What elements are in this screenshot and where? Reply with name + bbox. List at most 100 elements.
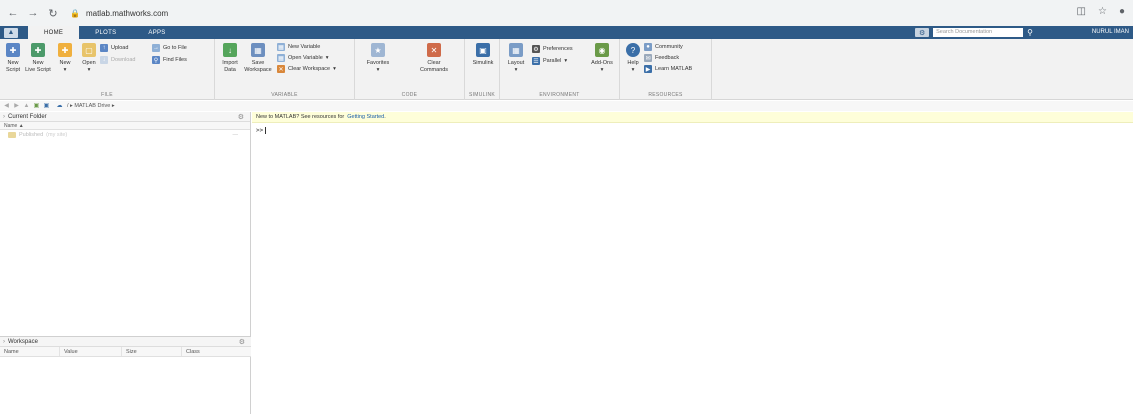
resources-group: ? Help ▾ ● Community ✉ Feedback ▶ Learn …: [620, 39, 712, 100]
forward-arrow-icon[interactable]: →: [26, 6, 40, 20]
tab-home[interactable]: HOME: [28, 26, 80, 39]
profile-icon[interactable]: ●: [1119, 6, 1125, 17]
tab-apps[interactable]: APPS: [132, 26, 181, 39]
command-window[interactable]: New to MATLAB? See resources for Getting…: [252, 112, 1133, 414]
new-live-script-button[interactable]: ✚ New Live Script: [24, 43, 52, 74]
dash-icon: —: [232, 132, 239, 138]
save-workspace-icon: ▦: [251, 43, 265, 57]
add-ons-icon: ◉: [595, 43, 609, 57]
workspace-header: › Workspace ⚙: [0, 337, 251, 347]
left-panel: › Current Folder ⚙ Name ▲ Published (my …: [0, 112, 251, 414]
panel-menu-icon[interactable]: ⚙: [239, 338, 245, 346]
getting-started-link[interactable]: Getting Started: [347, 114, 384, 120]
ribbon: ✚ New Script ✚ New Live Script ✚ New ▾ ▢…: [0, 39, 1133, 100]
banner-period: .: [384, 114, 386, 120]
search-input[interactable]: Search Documentation: [933, 28, 1024, 37]
new-button[interactable]: ✚ New ▾: [54, 43, 76, 74]
clear-commands-icon: ✕: [427, 43, 441, 57]
column-header-name[interactable]: Name: [0, 347, 60, 356]
address-bar[interactable]: 🔒 matlab.mathworks.com: [70, 4, 1070, 22]
upload-button[interactable]: ↑ Upload: [100, 44, 128, 52]
gear-icon[interactable]: ⚙: [915, 28, 930, 37]
getting-started-banner: New to MATLAB? See resources for Getting…: [252, 112, 1133, 123]
code-group-label: CODE: [401, 92, 418, 98]
panel-menu-icon[interactable]: ⚙: [238, 113, 244, 121]
matlab-logo-icon[interactable]: ▲: [4, 27, 18, 38]
workspace-columns: Name Value Size Class: [0, 347, 251, 357]
collapse-icon[interactable]: ›: [3, 114, 5, 120]
column-header-size[interactable]: Size: [122, 347, 182, 356]
preferences-button[interactable]: ⚙ Preferences: [532, 45, 573, 53]
simulink-group: ▣ Simulink SIMULINK: [465, 39, 500, 100]
parallel-button[interactable]: ☰ Parallel ▾: [532, 57, 567, 65]
banner-text: New to MATLAB? See resources for: [256, 114, 345, 120]
browse-folder-icon[interactable]: ▣: [33, 103, 40, 109]
collapse-icon[interactable]: ›: [3, 339, 5, 345]
folder-icon: [8, 132, 16, 138]
code-group: ★ Favorites ▾ ✕ Clear Commands CODE: [355, 39, 465, 100]
user-name[interactable]: NURUL IMAN: [1092, 28, 1129, 37]
column-header-class[interactable]: Class: [182, 347, 250, 356]
documentation-search: ⚙ Search Documentation ⚲: [915, 28, 1033, 37]
current-folder-column-name[interactable]: Name ▲: [0, 122, 250, 130]
new-live-script-icon: ✚: [31, 43, 45, 57]
cloud-drive-icon[interactable]: ☁: [56, 103, 63, 109]
go-to-file-button[interactable]: → Go to File: [152, 44, 187, 52]
import-data-icon: ↓: [223, 43, 237, 57]
community-button[interactable]: ● Community: [644, 43, 683, 51]
extension-icon[interactable]: ◫: [1077, 6, 1086, 17]
simulink-icon: ▣: [476, 43, 490, 57]
folder-item-name: Published: [19, 132, 44, 138]
column-header-value[interactable]: Value: [60, 347, 122, 356]
save-workspace-button[interactable]: ▦ Save Workspace: [243, 43, 273, 74]
clear-workspace-icon: ✕: [277, 65, 285, 73]
chevron-down-icon: ▾: [564, 58, 568, 64]
variable-group-label: VARIABLE: [271, 92, 298, 98]
upload-icon: ↑: [100, 44, 108, 52]
up-folder-icon[interactable]: ▲: [23, 103, 30, 109]
open-folder-icon[interactable]: ▣: [43, 103, 50, 109]
open-folder-icon: ▢: [82, 43, 96, 57]
layout-button[interactable]: ▦ Layout ▾: [504, 43, 528, 74]
current-folder-header: › Current Folder ⚙: [0, 112, 250, 122]
find-files-button[interactable]: ⚲ Find Files: [152, 56, 187, 64]
file-group: ✚ New Script ✚ New Live Script ✚ New ▾ ▢…: [0, 39, 215, 100]
back-arrow-icon[interactable]: ←: [6, 6, 20, 20]
chevron-down-icon: ▾: [325, 55, 329, 61]
import-data-button[interactable]: ↓ Import Data: [219, 43, 241, 74]
simulink-group-label: SIMULINK: [468, 92, 495, 98]
folder-address-bar: ◀ ▶ ▲ ▣ ▣ ☁ / ▸ MATLAB Drive ▸: [0, 101, 1133, 111]
folder-path[interactable]: / ▸ MATLAB Drive ▸: [67, 103, 115, 109]
learn-matlab-button[interactable]: ▶ Learn MATLAB: [644, 65, 692, 73]
clear-workspace-button[interactable]: ✕ Clear Workspace ▾: [277, 65, 336, 73]
learn-matlab-icon: ▶: [644, 65, 652, 73]
new-script-button[interactable]: ✚ New Script: [2, 43, 24, 74]
new-variable-button[interactable]: ▦ New Variable: [277, 43, 320, 51]
layout-icon: ▦: [509, 43, 523, 57]
help-button[interactable]: ? Help ▾: [624, 43, 642, 74]
star-icon[interactable]: ☆: [1098, 6, 1107, 17]
back-icon[interactable]: ◀: [3, 103, 10, 109]
add-ons-button[interactable]: ◉ Add-Ons ▾: [588, 43, 616, 74]
tab-plots[interactable]: PLOTS: [79, 26, 132, 39]
community-icon: ●: [644, 43, 652, 51]
search-icon[interactable]: ⚲: [1027, 28, 1033, 37]
workspace-title: Workspace: [8, 338, 38, 345]
list-item[interactable]: Published (my site) —: [0, 130, 250, 140]
clear-commands-button[interactable]: ✕ Clear Commands: [413, 43, 455, 74]
favorites-button[interactable]: ★ Favorites ▾: [361, 43, 395, 74]
command-prompt[interactable]: >>: [252, 123, 1133, 138]
environment-group: ▦ Layout ▾ ⚙ Preferences ☰ Parallel ▾ ◉ …: [500, 39, 620, 100]
feedback-button[interactable]: ✉ Feedback: [644, 54, 679, 62]
open-button[interactable]: ▢ Open ▾: [78, 43, 100, 74]
reload-icon[interactable]: ↻: [46, 6, 60, 20]
chevron-down-icon: ▾: [333, 66, 336, 72]
resources-group-label: RESOURCES: [648, 92, 683, 98]
simulink-button[interactable]: ▣ Simulink: [468, 43, 498, 67]
workspace-panel: › Workspace ⚙ Name Value Size Class: [0, 336, 251, 414]
browser-toolbar: ← → ↻ 🔒 matlab.mathworks.com ◫ ☆ ●: [0, 0, 1133, 26]
forward-icon[interactable]: ▶: [13, 103, 20, 109]
new-variable-icon: ▦: [277, 43, 285, 51]
open-variable-button[interactable]: ▦ Open Variable ▾: [277, 54, 329, 62]
folder-item-note: (my site): [46, 132, 68, 138]
